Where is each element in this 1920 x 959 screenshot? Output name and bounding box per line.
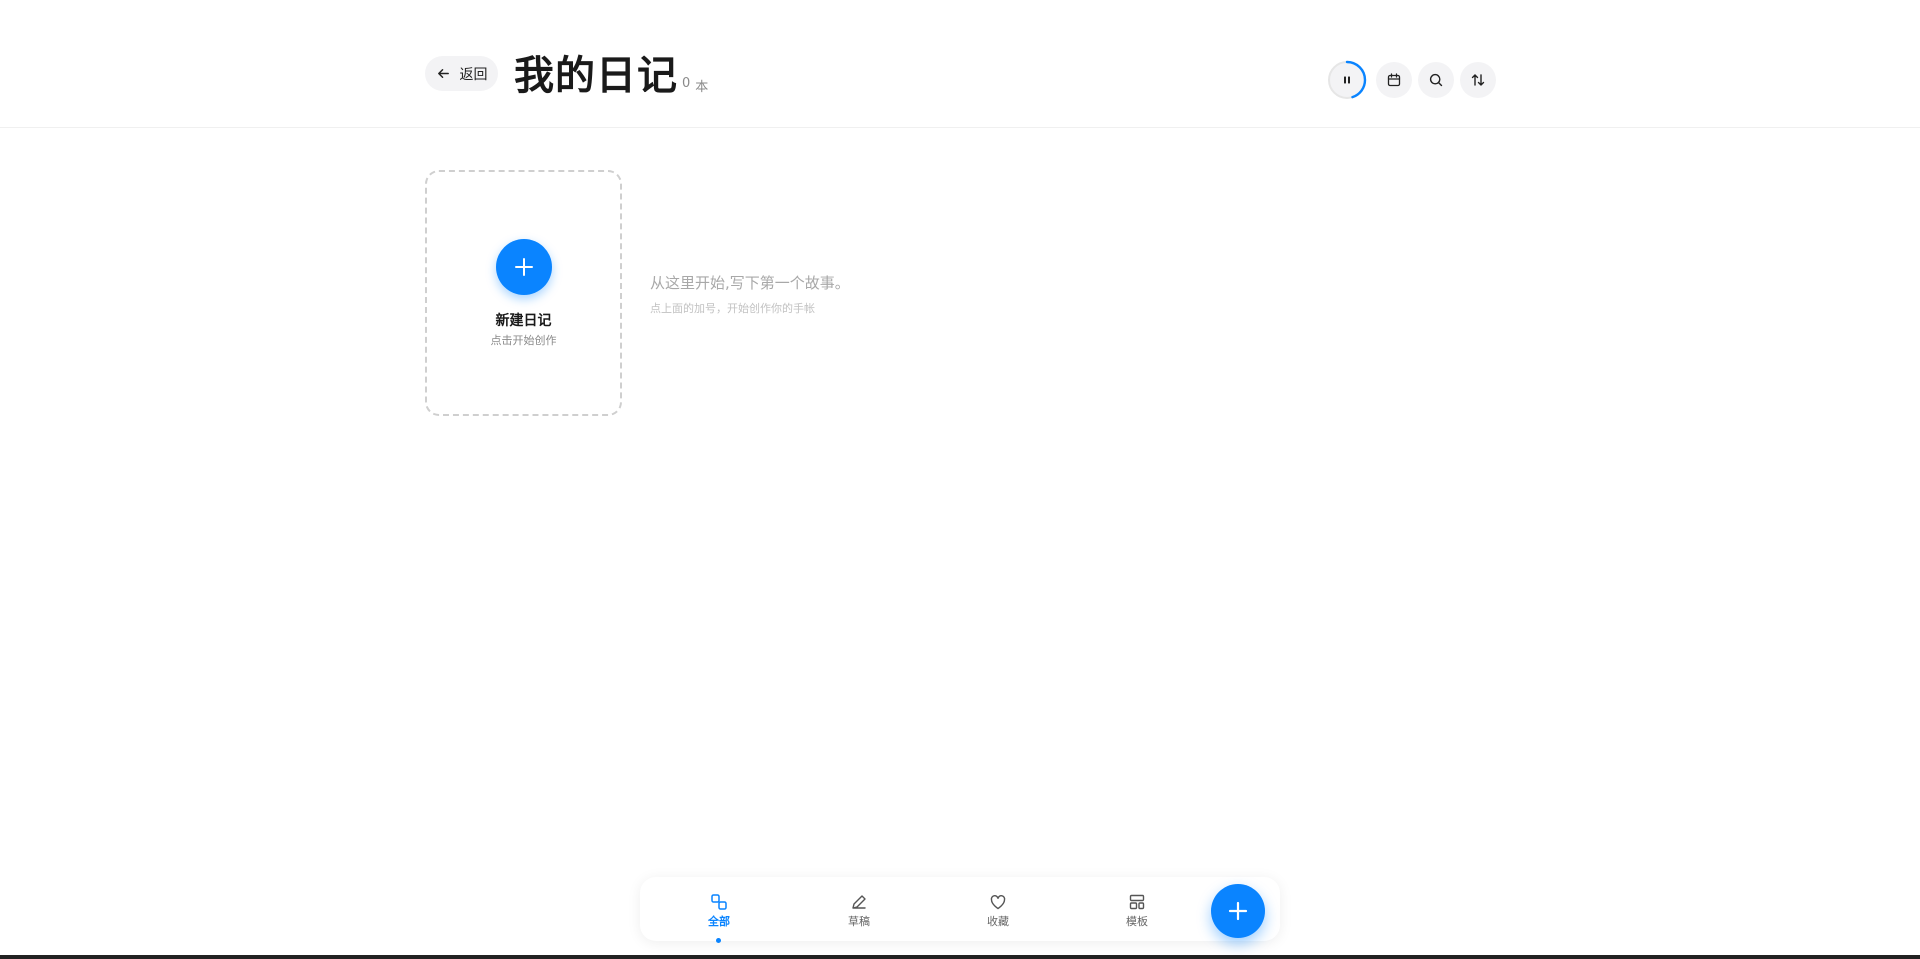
plus-icon [1228,901,1248,921]
arrow-left-icon [437,69,449,78]
search-button[interactable] [1418,62,1454,98]
diary-count: 0 本 [682,76,708,95]
window-bottom-edge [0,955,1920,959]
nav-item-drafts[interactable]: 草稿 [829,893,889,933]
back-button[interactable]: 返回 [425,56,498,91]
nav-label-drafts: 草稿 [848,915,870,928]
floating-add-button[interactable] [1211,884,1265,938]
sort-icon [1471,74,1485,86]
sort-button[interactable] [1460,62,1496,98]
new-diary-subtitle: 点击开始创作 [490,334,557,347]
count-value: 0 [682,76,691,91]
bottom-nav: 全部 草稿 收藏 模板 [640,877,1280,943]
diary-page: 返回 我的日记 0 本 新建日记 点击开始创作 从这里开始,写下第一个故事。 点… [0,0,1920,959]
pencil-icon [852,895,866,909]
empty-state-message: 从这里开始,写下第一个故事。 [650,274,850,292]
new-diary-plus-button[interactable] [496,239,552,295]
new-diary-title: 新建日记 [495,313,552,329]
nav-item-templates[interactable]: 模板 [1107,893,1167,933]
new-diary-card[interactable]: 新建日记 点击开始创作 [425,170,622,416]
nav-label-templates: 模板 [1126,915,1148,928]
nav-item-favorites[interactable]: 收藏 [968,893,1028,933]
calendar-button[interactable] [1376,62,1412,98]
nav-label-all: 全部 [708,915,730,928]
search-icon [1429,73,1443,87]
pause-icon [1344,76,1350,84]
header: 返回 我的日记 0 本 [0,0,1920,128]
active-indicator-dot [716,938,721,943]
heart-icon [990,895,1006,910]
nav-label-favorites: 收藏 [987,915,1009,928]
nav-item-all[interactable]: 全部 [689,893,749,943]
all-icon [711,894,727,910]
empty-state-hint: 点上面的加号，开始创作你的手帐 [650,302,815,315]
plus-icon [515,258,533,276]
template-icon [1129,894,1145,910]
timer-button[interactable] [1327,60,1367,100]
back-label: 返回 [459,66,488,83]
calendar-icon [1387,73,1401,87]
page-title: 我的日记 [514,53,678,99]
count-unit: 本 [695,80,709,95]
